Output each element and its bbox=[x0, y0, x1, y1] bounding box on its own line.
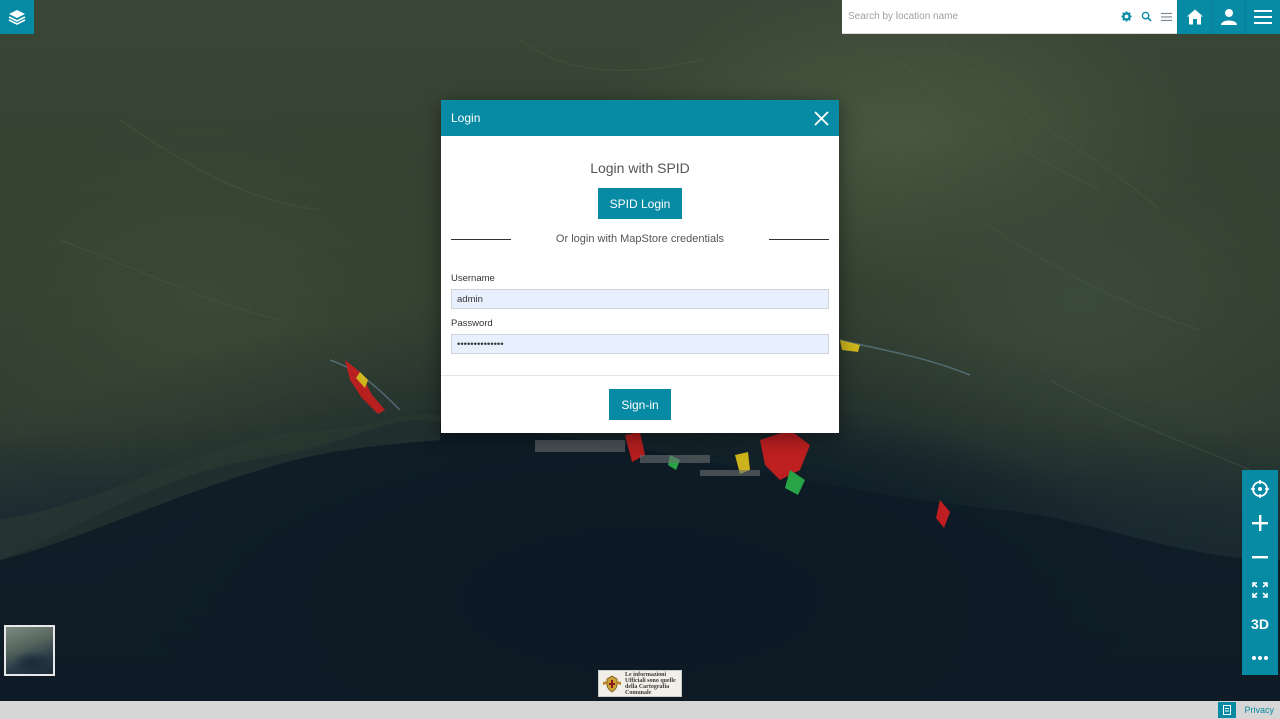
divider-line-left bbox=[451, 238, 511, 240]
gear-icon[interactable] bbox=[1117, 0, 1135, 34]
user-icon bbox=[1220, 9, 1237, 25]
3d-label: 3D bbox=[1251, 616, 1269, 633]
map-controls: 3D bbox=[1242, 470, 1278, 675]
attribution-logo: Le informazioni Ufficiali sono quelle de… bbox=[598, 670, 682, 697]
zoom-in-button[interactable] bbox=[1242, 506, 1278, 540]
more-button[interactable] bbox=[1242, 641, 1278, 675]
fullscreen-icon bbox=[1252, 582, 1268, 599]
login-dialog-header: Login bbox=[441, 100, 839, 136]
crest-icon bbox=[603, 675, 621, 692]
locate-button[interactable] bbox=[1242, 472, 1278, 506]
hamburger-icon bbox=[1254, 10, 1272, 24]
background-selector-thumbnail[interactable] bbox=[4, 625, 55, 676]
login-dialog-footer: Sign-in bbox=[441, 375, 839, 433]
divider-text: Or login with MapStore credentials bbox=[555, 233, 725, 245]
menu-button[interactable] bbox=[1245, 0, 1280, 34]
spid-heading: Login with SPID bbox=[590, 160, 690, 176]
login-dialog-title: Login bbox=[451, 111, 481, 125]
search-bar bbox=[842, 0, 1177, 34]
zoom-out-button[interactable] bbox=[1242, 540, 1278, 574]
more-icon bbox=[1252, 656, 1268, 661]
username-field[interactable] bbox=[451, 289, 829, 309]
privacy-link[interactable]: Privacy bbox=[1244, 705, 1274, 715]
locate-icon bbox=[1251, 479, 1269, 498]
layers-button[interactable] bbox=[0, 0, 34, 34]
spid-login-button[interactable]: SPID Login bbox=[598, 188, 682, 219]
login-dialog: Login Login with SPID SPID Login Or logi… bbox=[441, 100, 839, 433]
close-button[interactable] bbox=[811, 108, 831, 128]
footer-toggle-button[interactable] bbox=[1218, 702, 1237, 718]
layers-icon bbox=[8, 10, 26, 25]
home-button[interactable] bbox=[1177, 0, 1211, 34]
file-icon bbox=[1223, 705, 1232, 715]
login-divider: Or login with MapStore credentials bbox=[451, 232, 829, 246]
attribution-text: Le informazioni Ufficiali sono quelle de… bbox=[625, 671, 676, 696]
zoom-out-icon bbox=[1252, 555, 1268, 558]
user-button[interactable] bbox=[1211, 0, 1245, 34]
signin-button[interactable]: Sign-in bbox=[609, 389, 671, 420]
password-label: Password bbox=[451, 318, 493, 329]
3d-toggle-button[interactable]: 3D bbox=[1242, 607, 1278, 641]
search-icon[interactable] bbox=[1137, 0, 1155, 34]
footer-bar: Privacy bbox=[0, 701, 1280, 719]
search-input[interactable] bbox=[842, 0, 1117, 33]
zoom-in-icon bbox=[1252, 514, 1268, 531]
home-icon bbox=[1186, 9, 1203, 25]
password-field[interactable] bbox=[451, 334, 829, 354]
divider-line-right bbox=[769, 238, 829, 240]
close-icon bbox=[813, 110, 829, 126]
fullscreen-button[interactable] bbox=[1242, 573, 1278, 607]
login-dialog-body: Login with SPID SPID Login Or login with… bbox=[441, 136, 839, 375]
username-label: Username bbox=[451, 273, 495, 284]
list-icon[interactable] bbox=[1157, 0, 1175, 34]
